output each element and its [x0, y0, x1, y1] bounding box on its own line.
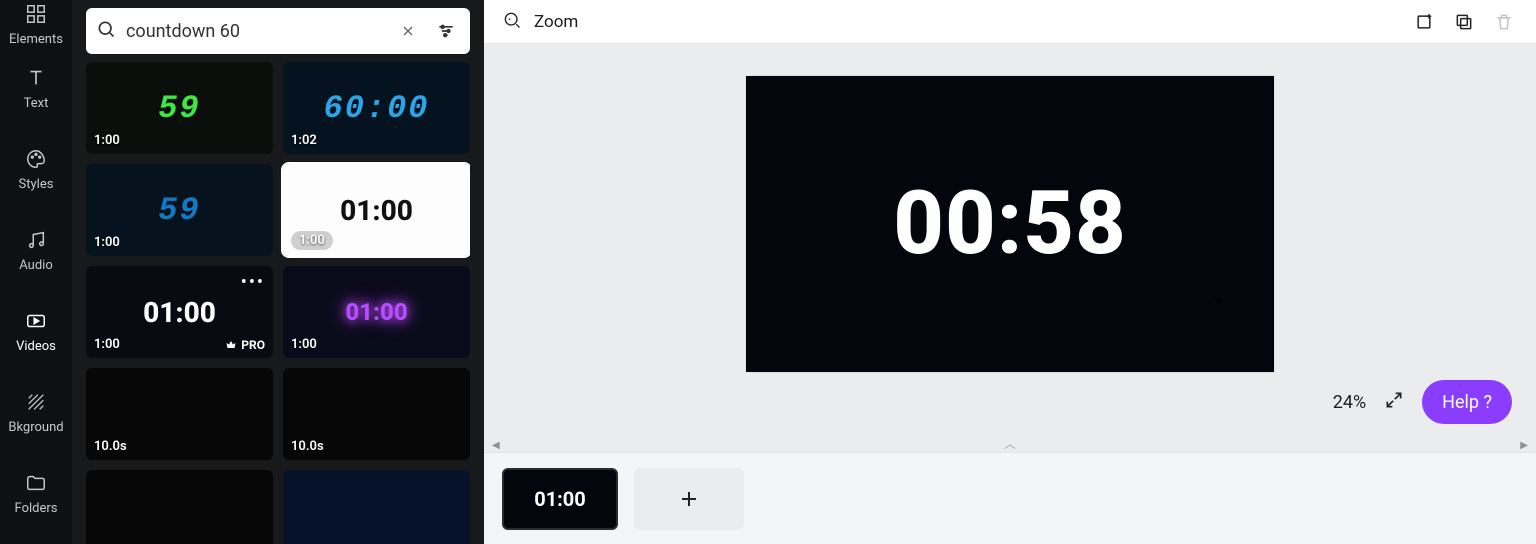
- nav-elements[interactable]: Elements: [0, 0, 72, 48]
- nav-label: Text: [24, 96, 49, 111]
- duration-badge: 1:00: [94, 235, 120, 250]
- duration-badge: 1:00: [291, 231, 333, 250]
- thumbnail-preview-text: 59: [158, 192, 200, 229]
- zoom-label: Zoom: [534, 12, 578, 32]
- palette-icon: [24, 147, 48, 171]
- duration-badge: 1:00: [94, 133, 120, 148]
- help-label: Help ?: [1442, 392, 1492, 413]
- duration-badge: 10.0s: [94, 439, 127, 454]
- thumbnail-preview-text: 60:00: [323, 90, 429, 127]
- duplicate-page-button[interactable]: [1450, 8, 1478, 36]
- result-thumbnail[interactable]: 10.0s: [86, 368, 273, 460]
- result-thumbnail[interactable]: 01:00 1:00: [283, 266, 470, 358]
- nav-text[interactable]: Text: [0, 48, 72, 129]
- duration-badge: 1:02: [291, 133, 317, 148]
- nav-videos[interactable]: Videos: [0, 291, 72, 372]
- filter-button[interactable]: [432, 17, 460, 45]
- fullscreen-button[interactable]: [1384, 390, 1404, 415]
- add-scene-button[interactable]: [634, 468, 744, 530]
- canvas-zone[interactable]: 00:58 24% Help ? ◀ ▶ ︿: [484, 44, 1536, 452]
- folder-icon: [24, 471, 48, 495]
- scroll-left-icon[interactable]: ◀: [492, 440, 500, 451]
- result-thumbnail[interactable]: 10.0s: [283, 368, 470, 460]
- search-box: [86, 8, 470, 54]
- duration-badge: 10.0s: [291, 439, 324, 454]
- canvas-toolbar: Zoom: [484, 0, 1536, 44]
- editor: Zoom 00:58 24%: [484, 0, 1536, 544]
- search-row: [86, 0, 470, 62]
- timeline-clip-label: 01:00: [534, 487, 586, 511]
- thumbnail-preview-text: 01:00: [340, 194, 413, 227]
- nav-folders[interactable]: Folders: [0, 453, 72, 534]
- zoom-controls: 24% Help ?: [1333, 380, 1512, 424]
- nav-audio[interactable]: Audio: [0, 210, 72, 291]
- thumbnail-preview-text: 01:00: [143, 296, 216, 329]
- result-thumbnail[interactable]: 01:00 1:00 PRO •••: [86, 266, 273, 358]
- shapes-icon: [24, 2, 48, 26]
- scroll-right-icon[interactable]: ▶: [1520, 440, 1528, 451]
- video-icon: [24, 309, 48, 333]
- zoom-percent[interactable]: 24%: [1333, 392, 1366, 413]
- countdown-display: 00:58: [893, 172, 1127, 275]
- results-grid: 59 1:00 60:00 1:02 59 1:00 01:00 1:00 01:00 1:00 P…: [86, 62, 470, 544]
- thumbnail-more-button[interactable]: •••: [241, 272, 265, 293]
- result-thumbnail[interactable]: [283, 470, 470, 544]
- thumbnail-preview-text: 01:00: [345, 298, 407, 326]
- nav-background[interactable]: Bkground: [0, 372, 72, 453]
- nav-label: Styles: [19, 177, 54, 192]
- timeline-resize-handle[interactable]: ︿: [1004, 435, 1016, 452]
- nav-label: Videos: [16, 339, 56, 354]
- nav-rail: Elements Text Styles Audio Videos: [0, 0, 72, 544]
- nav-label: Bkground: [8, 420, 63, 435]
- pro-badge: PRO: [225, 338, 265, 352]
- result-thumbnail[interactable]: [86, 470, 273, 544]
- text-icon: [24, 66, 48, 90]
- nav-label: Elements: [9, 32, 63, 47]
- texture-icon: [24, 390, 48, 414]
- add-page-button[interactable]: [1410, 8, 1438, 36]
- help-button[interactable]: Help ?: [1422, 380, 1512, 424]
- clear-search-button[interactable]: [394, 17, 422, 45]
- nav-label: Folders: [15, 501, 58, 516]
- result-thumbnail[interactable]: 01:00 1:00: [283, 164, 470, 256]
- duration-badge: 1:00: [291, 337, 317, 352]
- result-thumbnail[interactable]: 59 1:00: [86, 164, 273, 256]
- timeline: 01:00: [484, 452, 1536, 544]
- timeline-clip[interactable]: 01:00: [502, 468, 618, 530]
- result-thumbnail[interactable]: 60:00 1:02: [283, 62, 470, 154]
- side-panel: 59 1:00 60:00 1:02 59 1:00 01:00 1:00 01:00 1:00 P…: [72, 0, 484, 544]
- mouse-cursor-icon: [1212, 294, 1228, 310]
- thumbnail-preview-text: 59: [158, 90, 200, 127]
- zoom-icon: [502, 10, 522, 34]
- delete-page-button[interactable]: [1490, 8, 1518, 36]
- search-icon: [96, 19, 116, 43]
- nav-label: Audio: [19, 258, 52, 273]
- canvas-page[interactable]: 00:58: [746, 76, 1274, 372]
- side-panel-wrapper: 59 1:00 60:00 1:02 59 1:00 01:00 1:00 01:00 1:00 P…: [72, 0, 484, 544]
- duration-badge: 1:00: [94, 337, 120, 352]
- search-input[interactable]: [126, 21, 384, 42]
- result-thumbnail[interactable]: 59 1:00: [86, 62, 273, 154]
- nav-styles[interactable]: Styles: [0, 129, 72, 210]
- music-icon: [24, 228, 48, 252]
